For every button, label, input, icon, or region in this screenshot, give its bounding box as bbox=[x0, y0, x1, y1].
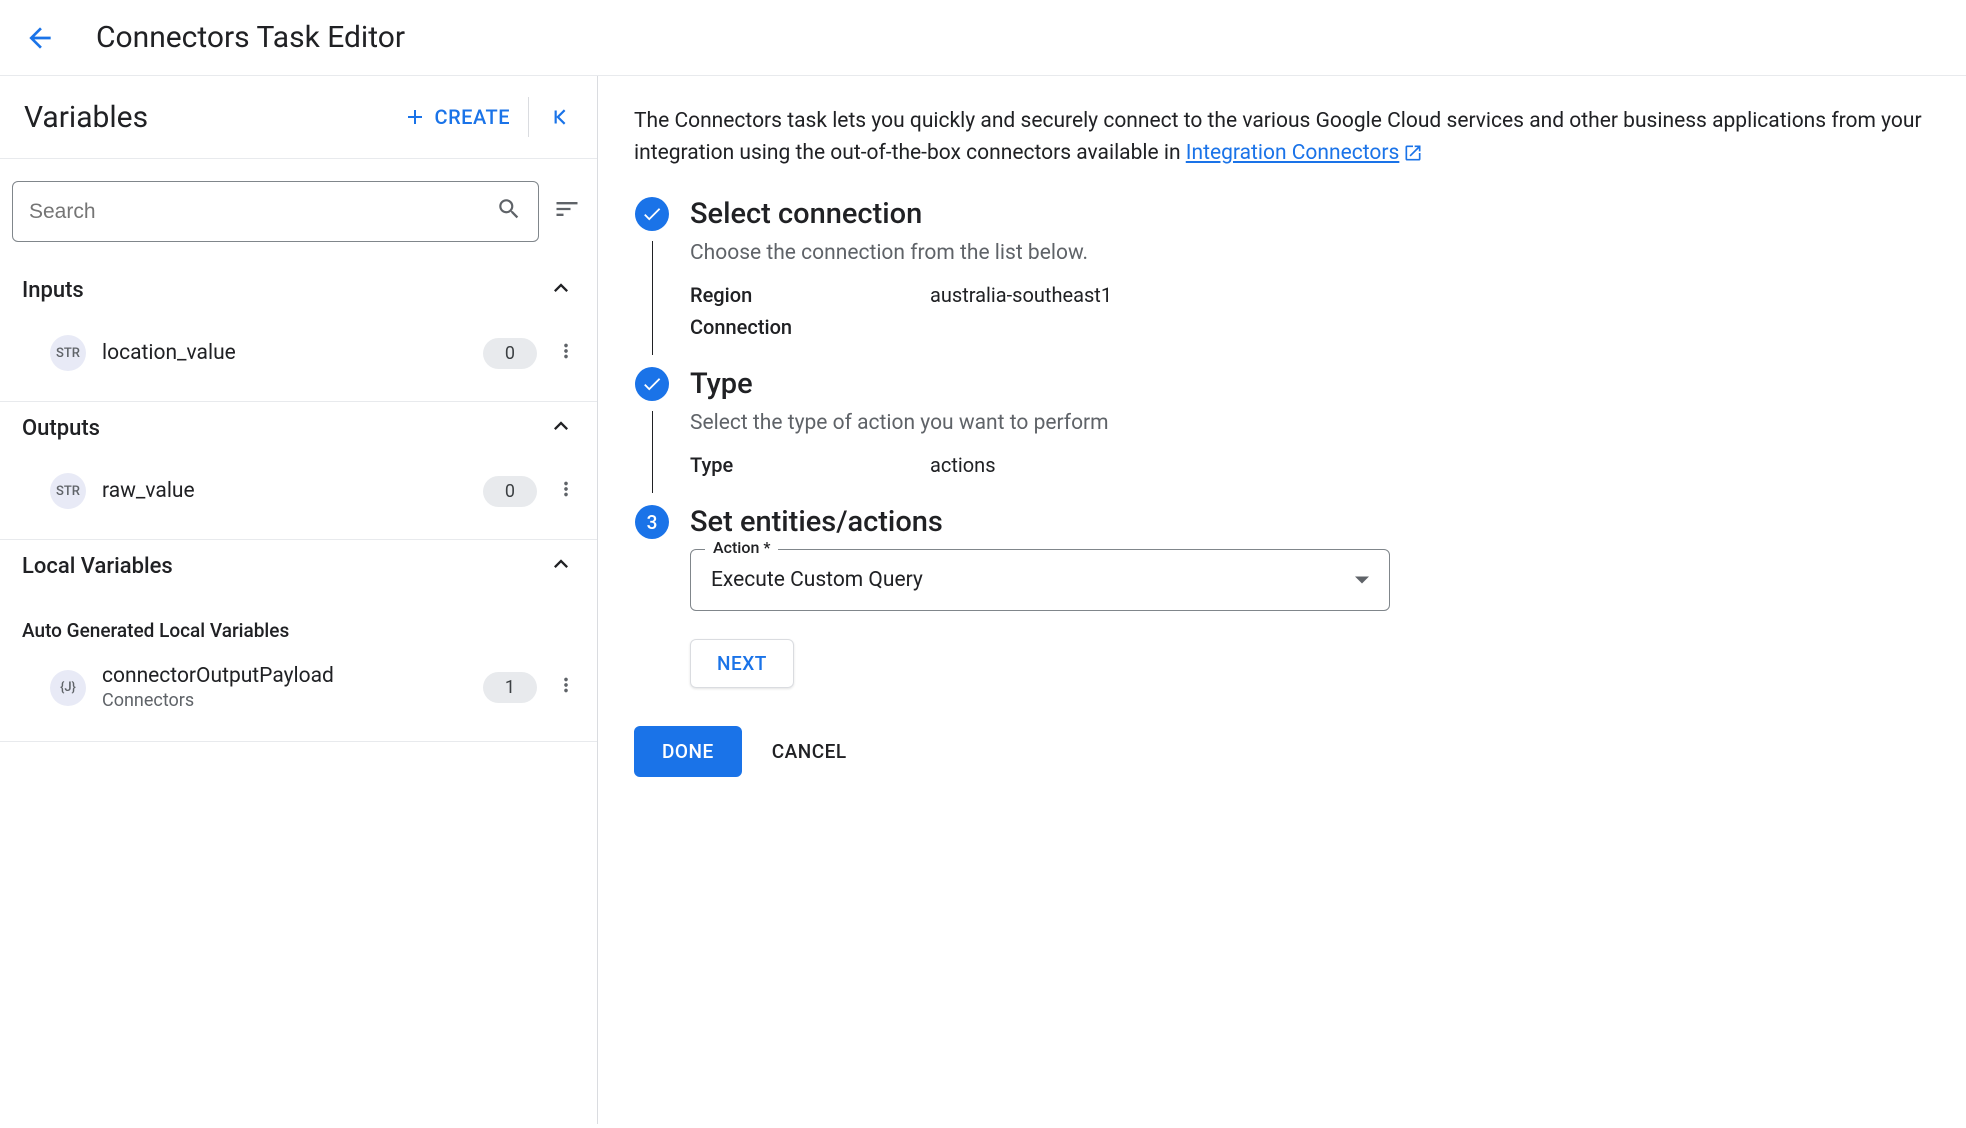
create-button[interactable]: CREATE bbox=[385, 97, 529, 137]
page-title: Connectors Task Editor bbox=[96, 20, 405, 55]
back-arrow-icon[interactable] bbox=[24, 22, 56, 54]
search-input[interactable] bbox=[29, 200, 496, 224]
step-complete-icon bbox=[635, 367, 669, 401]
variables-title: Variables bbox=[24, 100, 385, 135]
collapse-panel-icon[interactable] bbox=[537, 96, 583, 138]
variable-row[interactable]: STR raw_value 0 bbox=[0, 463, 597, 519]
variable-name: raw_value bbox=[102, 479, 483, 503]
step-connector bbox=[652, 241, 653, 355]
action-select[interactable]: Action * Execute Custom Query bbox=[690, 549, 1390, 611]
usage-count: 0 bbox=[483, 476, 537, 507]
step3-title: Set entities/actions bbox=[690, 505, 1930, 539]
chevron-up-icon bbox=[547, 550, 575, 583]
action-select-label: Action * bbox=[705, 538, 778, 557]
variable-row[interactable]: {J} connectorOutputPayload Connectors 1 bbox=[0, 654, 597, 721]
step-number: 3 bbox=[635, 505, 669, 539]
step-complete-icon bbox=[635, 197, 669, 231]
variable-row[interactable]: STR location_value 0 bbox=[0, 325, 597, 381]
step1-title: Select connection bbox=[690, 197, 1930, 231]
local-section-header[interactable]: Local Variables bbox=[0, 540, 597, 601]
config-panel: The Connectors task lets you quickly and… bbox=[598, 76, 1966, 1124]
usage-count: 0 bbox=[483, 338, 537, 369]
type-value: actions bbox=[930, 453, 1930, 477]
step1-desc: Choose the connection from the list belo… bbox=[690, 241, 1930, 265]
local-title: Local Variables bbox=[22, 554, 547, 579]
usage-count: 1 bbox=[483, 672, 537, 703]
variable-name: location_value bbox=[102, 341, 483, 365]
step-connector bbox=[652, 411, 653, 493]
type-badge: STR bbox=[50, 335, 86, 371]
next-button[interactable]: NEXT bbox=[690, 639, 794, 688]
local-subtitle: Auto Generated Local Variables bbox=[0, 601, 597, 654]
more-vert-icon[interactable] bbox=[551, 670, 581, 705]
external-link-icon bbox=[1403, 143, 1423, 163]
cancel-button[interactable]: CANCEL bbox=[772, 740, 847, 763]
variable-name: connectorOutputPayload bbox=[102, 664, 483, 688]
more-vert-icon[interactable] bbox=[551, 474, 581, 509]
step2-desc: Select the type of action you want to pe… bbox=[690, 411, 1930, 435]
action-select-value: Execute Custom Query bbox=[711, 568, 1355, 592]
outputs-section-header[interactable]: Outputs bbox=[0, 402, 597, 463]
inputs-section-header[interactable]: Inputs bbox=[0, 264, 597, 325]
outputs-title: Outputs bbox=[22, 416, 547, 441]
integration-connectors-link[interactable]: Integration Connectors bbox=[1186, 141, 1424, 165]
search-input-wrapper bbox=[12, 181, 539, 242]
chevron-up-icon bbox=[547, 274, 575, 307]
dropdown-arrow-icon bbox=[1355, 569, 1369, 592]
type-label: Type bbox=[690, 453, 930, 477]
step2-title: Type bbox=[690, 367, 1930, 401]
done-button[interactable]: DONE bbox=[634, 726, 742, 777]
more-vert-icon[interactable] bbox=[551, 336, 581, 371]
variable-sub: Connectors bbox=[102, 690, 483, 711]
type-badge: {J} bbox=[50, 670, 86, 706]
variables-panel: Variables CREATE Inputs bbox=[0, 76, 598, 1124]
editor-header: Connectors Task Editor bbox=[0, 0, 1966, 76]
connection-label: Connection bbox=[690, 315, 930, 339]
region-value: australia-southeast1 bbox=[930, 283, 1930, 307]
inputs-title: Inputs bbox=[22, 278, 547, 303]
sort-icon[interactable] bbox=[553, 195, 581, 228]
type-badge: STR bbox=[50, 473, 86, 509]
create-label: CREATE bbox=[435, 105, 510, 129]
search-icon[interactable] bbox=[496, 196, 522, 227]
region-label: Region bbox=[690, 283, 930, 307]
chevron-up-icon bbox=[547, 412, 575, 445]
intro-text: The Connectors task lets you quickly and… bbox=[634, 106, 1930, 169]
